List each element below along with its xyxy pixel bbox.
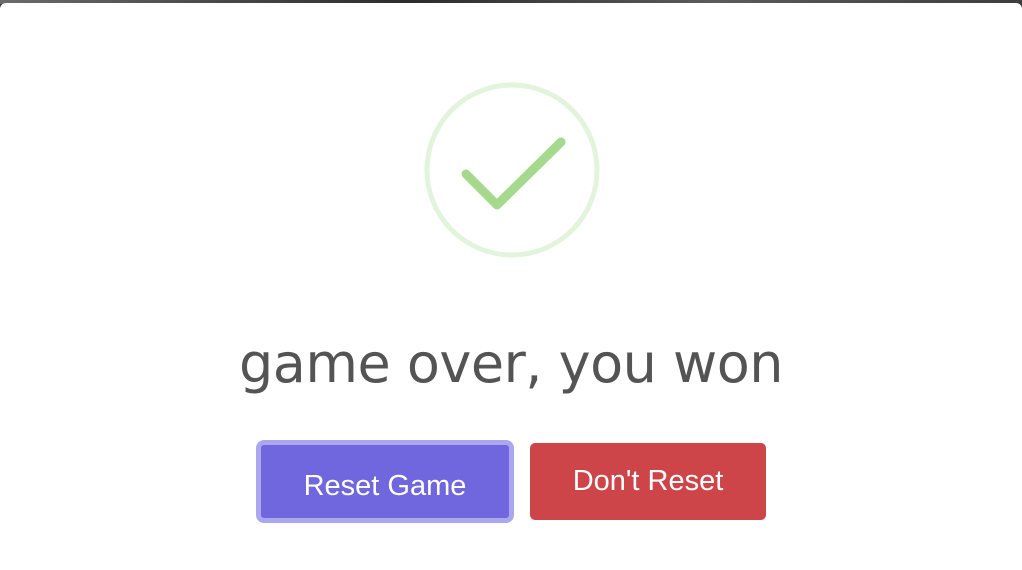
reset-game-button[interactable]: Reset Game — [256, 440, 514, 523]
game-over-dialog: game over, you won Reset Game Don't Rese… — [0, 3, 1022, 570]
success-checkmark-icon — [424, 82, 600, 258]
dont-reset-button[interactable]: Don't Reset — [530, 443, 766, 520]
dialog-actions: Reset Game Don't Reset — [0, 440, 1022, 523]
dialog-title: game over, you won — [239, 332, 783, 395]
